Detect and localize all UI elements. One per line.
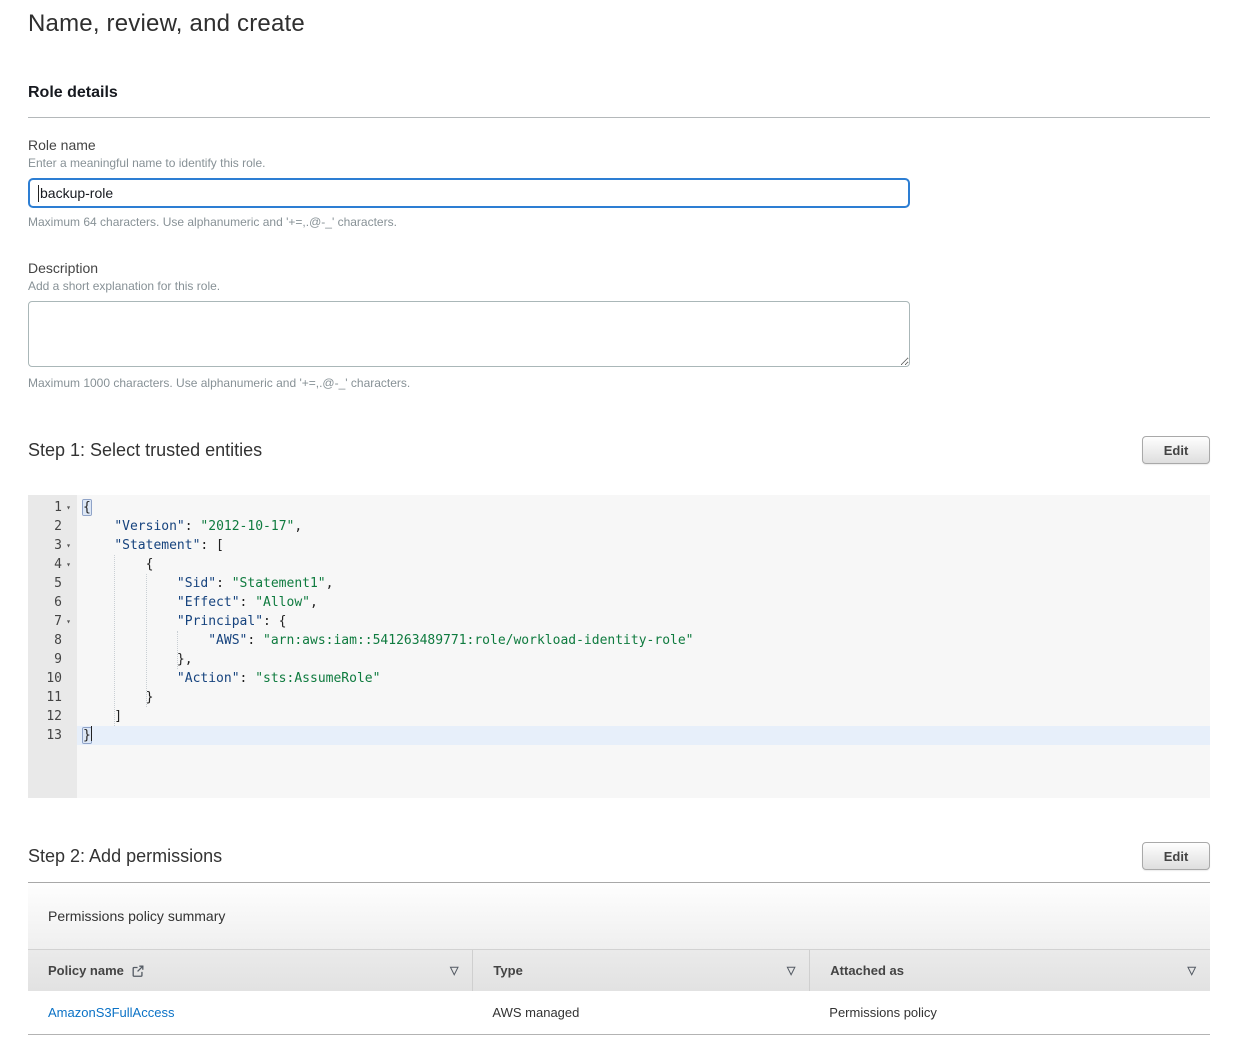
permissions-panel-title: Permissions policy summary [48, 908, 225, 924]
role-name-label: Role name [28, 137, 1210, 153]
trust-policy-editor[interactable]: 1▾23▾4▾567▾8910111213 { "Version": "2012… [28, 495, 1210, 798]
editor-line-number: 12 [28, 707, 77, 726]
policy-type-cell: AWS managed [472, 1005, 809, 1020]
step2-edit-button[interactable]: Edit [1142, 842, 1210, 870]
text-cursor [38, 185, 39, 202]
editor-line-number: 6 [28, 593, 77, 612]
description-textarea[interactable] [28, 301, 910, 367]
editor-lines[interactable]: { "Version": "2012-10-17", "Statement": … [77, 495, 1210, 798]
editor-line-number: 8 [28, 631, 77, 650]
editor-line-number: 2 [28, 517, 77, 536]
editor-line-number: 3▾ [28, 536, 77, 555]
type-column-label: Type [493, 963, 522, 978]
page-title: Name, review, and create [28, 10, 1210, 38]
editor-code-line[interactable]: }, [83, 650, 1210, 669]
editor-line-number: 13 [28, 726, 77, 745]
editor-code-line[interactable]: "Sid": "Statement1", [83, 574, 1210, 593]
editor-cursor [91, 726, 92, 741]
step2-heading: Step 2: Add permissions [28, 846, 222, 867]
column-header-policy-name[interactable]: Policy name ▽ [28, 950, 472, 991]
step2-header-row: Step 2: Add permissions Edit [28, 842, 1210, 870]
editor-line-number: 11 [28, 688, 77, 707]
policy-table-body: AmazonS3FullAccess AWS managedPermissions… [28, 991, 1210, 1035]
permissions-panel-header: Permissions policy summary [28, 883, 1210, 949]
editor-code-line[interactable]: } [83, 688, 1210, 707]
editor-code-line[interactable]: } [77, 726, 1210, 745]
editor-line-number: 5 [28, 574, 77, 593]
step1-heading: Step 1: Select trusted entities [28, 440, 262, 461]
role-details-heading: Role details [28, 84, 1210, 102]
table-row: AmazonS3FullAccess AWS managedPermissions… [28, 991, 1210, 1035]
description-help: Add a short explanation for this role. [28, 279, 1210, 293]
editor-line-number: 10 [28, 669, 77, 688]
policy-table-header: Policy name ▽ Type ▽ Attached as [28, 949, 1210, 991]
external-link-icon [131, 964, 145, 978]
create-role-review-page: Name, review, and create Role details Ro… [0, 0, 1242, 1035]
editor-code-line[interactable]: "Version": "2012-10-17", [83, 517, 1210, 536]
column-header-attached-as[interactable]: Attached as ▽ [809, 950, 1210, 991]
step1-header-row: Step 1: Select trusted entities Edit [28, 436, 1210, 464]
editor-code-line[interactable]: "AWS": "arn:aws:iam::541263489771:role/w… [83, 631, 1210, 650]
editor-code-line[interactable]: { [83, 498, 1210, 517]
role-name-value: backup-role [40, 185, 113, 201]
role-name-input[interactable]: backup-role [28, 178, 910, 208]
role-name-help: Enter a meaningful name to identify this… [28, 156, 1210, 170]
filter-dropdown-icon[interactable]: ▽ [450, 964, 458, 977]
attached-as-cell: Permissions policy [809, 1005, 1210, 1020]
editor-code-line[interactable]: "Statement": [ [83, 536, 1210, 555]
editor-line-number: 4▾ [28, 555, 77, 574]
code-fold-icon[interactable]: ▾ [62, 498, 75, 517]
role-name-field: Role name Enter a meaningful name to ide… [28, 137, 1210, 229]
editor-code-line[interactable]: ] [83, 707, 1210, 726]
editor-line-number: 7▾ [28, 612, 77, 631]
editor-code-line[interactable]: { [83, 555, 1210, 574]
editor-line-number: 9 [28, 650, 77, 669]
indent-guide [146, 574, 147, 707]
code-fold-icon[interactable]: ▾ [62, 555, 75, 574]
description-hint: Maximum 1000 characters. Use alphanumeri… [28, 376, 1210, 390]
permissions-panel: Permissions policy summary Policy name ▽… [28, 883, 1210, 1035]
description-label: Description [28, 260, 1210, 276]
attached-as-column-label: Attached as [830, 963, 904, 978]
filter-dropdown-icon[interactable]: ▽ [1188, 964, 1196, 977]
indent-guide [177, 631, 178, 669]
editor-line-number: 1▾ [28, 498, 77, 517]
code-fold-icon[interactable]: ▾ [62, 612, 75, 631]
filter-dropdown-icon[interactable]: ▽ [787, 964, 795, 977]
section-divider [28, 117, 1210, 118]
role-name-hint: Maximum 64 characters. Use alphanumeric … [28, 215, 1210, 229]
policy-name-column-label: Policy name [48, 963, 124, 978]
policy-name-link[interactable]: AmazonS3FullAccess [48, 1005, 174, 1020]
editor-gutter: 1▾23▾4▾567▾8910111213 [28, 495, 77, 798]
description-field: Description Add a short explanation for … [28, 260, 1210, 390]
code-fold-icon[interactable]: ▾ [62, 536, 75, 555]
role-details-section: Role details Role name Enter a meaningfu… [28, 84, 1210, 390]
indent-guide [114, 555, 115, 726]
step1-edit-button[interactable]: Edit [1142, 436, 1210, 464]
column-header-type[interactable]: Type ▽ [472, 950, 809, 991]
editor-code-line[interactable]: "Effect": "Allow", [83, 593, 1210, 612]
editor-code-line[interactable]: "Action": "sts:AssumeRole" [83, 669, 1210, 688]
editor-code-line[interactable]: "Principal": { [83, 612, 1210, 631]
